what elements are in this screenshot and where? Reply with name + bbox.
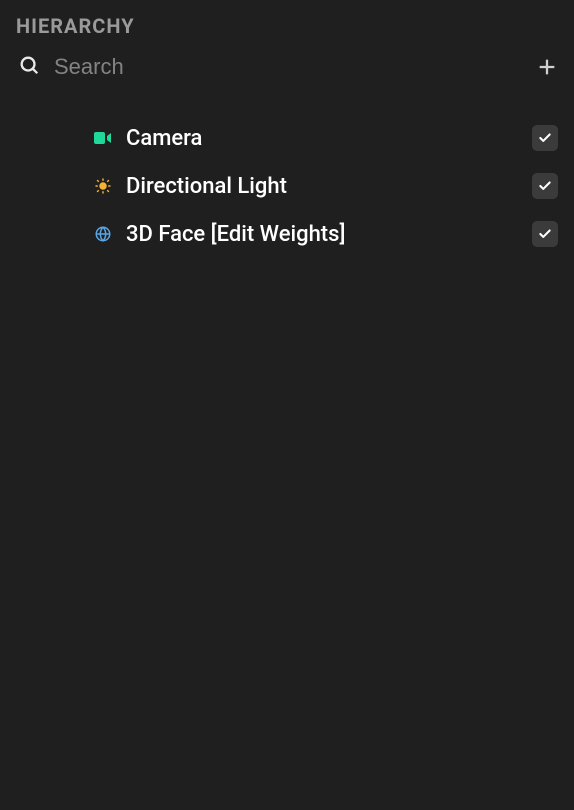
search-input[interactable] bbox=[54, 54, 522, 80]
visibility-checkbox[interactable] bbox=[532, 125, 558, 151]
add-button[interactable] bbox=[536, 56, 558, 78]
tree-item-label: Camera bbox=[126, 126, 518, 151]
search-row bbox=[0, 48, 574, 94]
tree-item-3d-face[interactable]: 3D Face [Edit Weights] bbox=[16, 210, 558, 258]
light-icon bbox=[94, 177, 112, 195]
panel-title: HIERARCHY bbox=[0, 0, 574, 48]
tree-item-label: Directional Light bbox=[126, 174, 518, 199]
visibility-checkbox[interactable] bbox=[532, 221, 558, 247]
tree-item-directional-light[interactable]: Directional Light bbox=[16, 162, 558, 210]
tree-item-label: 3D Face [Edit Weights] bbox=[126, 222, 518, 247]
camera-icon bbox=[94, 129, 112, 147]
search-icon bbox=[18, 54, 40, 80]
visibility-checkbox[interactable] bbox=[532, 173, 558, 199]
hierarchy-tree: Camera Directional Light bbox=[0, 94, 574, 258]
tree-item-camera[interactable]: Camera bbox=[16, 114, 558, 162]
globe-icon bbox=[94, 225, 112, 243]
